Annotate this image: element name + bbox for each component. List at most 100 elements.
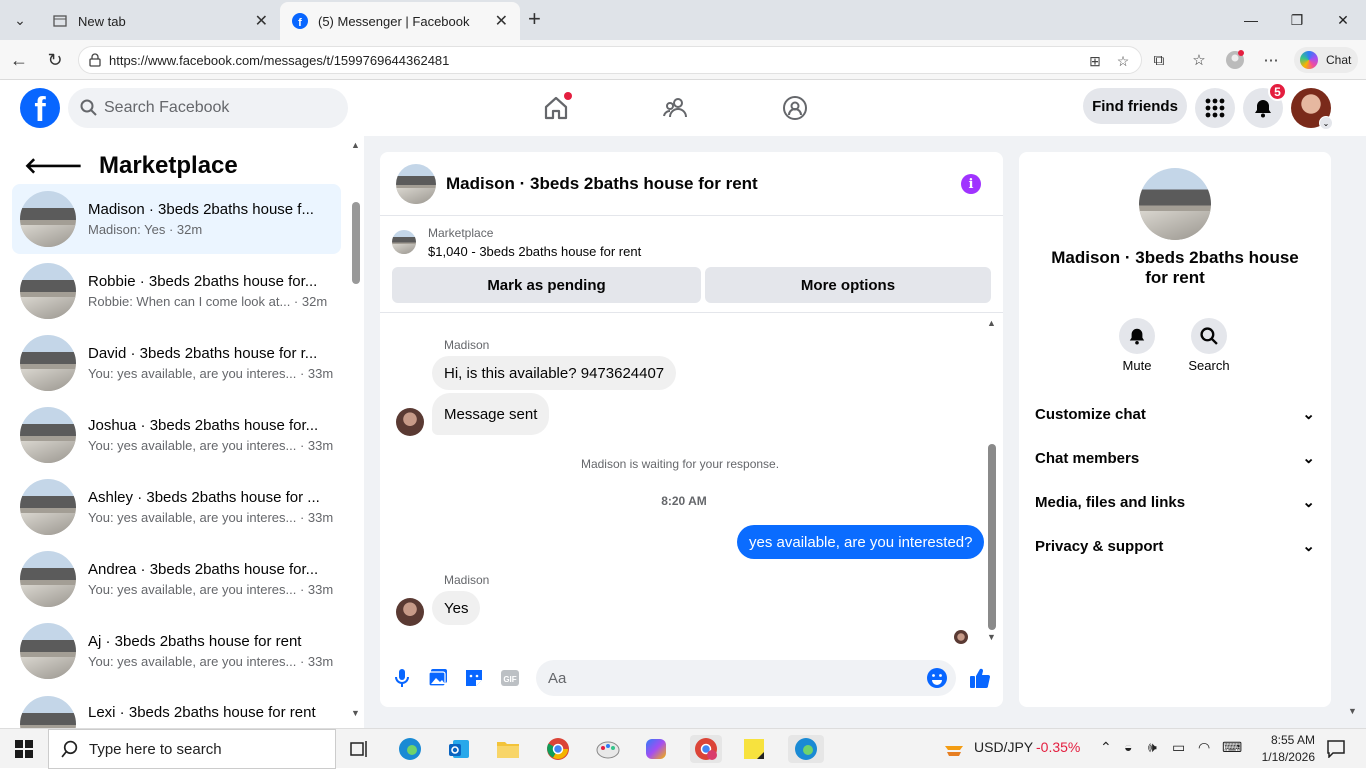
photo-icon[interactable] xyxy=(426,666,450,690)
chrome-profile-icon[interactable] xyxy=(690,735,722,763)
minimize-icon[interactable]: — xyxy=(1228,0,1274,40)
chat-scrollbar[interactable] xyxy=(988,444,996,630)
media-files-links-section[interactable]: Media, files and links ⌄ xyxy=(1035,486,1315,518)
incoming-message[interactable]: Yes xyxy=(432,591,481,625)
sticky-notes-icon[interactable] xyxy=(740,735,768,763)
facebook-search-input[interactable]: Search Facebook xyxy=(68,88,348,128)
outlook-icon[interactable] xyxy=(445,735,473,763)
listing-thumbnail xyxy=(20,551,76,607)
listing-thumbnail xyxy=(20,263,76,319)
sender-avatar[interactable] xyxy=(396,598,424,626)
file-explorer-icon[interactable] xyxy=(494,735,522,763)
friends-icon[interactable] xyxy=(660,92,692,124)
conversation-name: Lexi · 3beds 2baths house for rent xyxy=(88,704,316,721)
account-avatar[interactable]: ⌄ xyxy=(1291,88,1333,130)
favorites-icon[interactable]: ☆ xyxy=(1186,48,1212,72)
info-chat-name: Madison · 3beds 2baths house for rent xyxy=(1051,248,1299,287)
close-window-icon[interactable]: ✕ xyxy=(1320,0,1366,40)
tab-new-tab[interactable]: New tab ✕ xyxy=(40,2,280,40)
edge-active-icon[interactable] xyxy=(788,735,824,763)
wifi-icon[interactable]: ◠ xyxy=(1198,739,1210,756)
listing-photo[interactable] xyxy=(1139,168,1211,240)
privacy-support-section[interactable]: Privacy & support ⌄ xyxy=(1035,530,1315,562)
back-arrow-icon[interactable]: ← xyxy=(6,48,32,72)
conversation-item[interactable]: Aj · 3beds 2baths house for rent You: yes… xyxy=(12,616,341,686)
emoji-icon[interactable] xyxy=(926,667,948,693)
network-status-icon[interactable]: ◒ xyxy=(1124,739,1132,755)
more-options-button[interactable]: More options xyxy=(705,267,991,303)
more-options-icon[interactable]: ⋯ xyxy=(1258,48,1284,72)
volume-icon[interactable]: 🕪 xyxy=(1148,739,1157,756)
incoming-message[interactable]: Hi, is this available? 9473624407 xyxy=(432,356,677,390)
conversation-item[interactable]: Madison · 3beds 2baths house f... Madison… xyxy=(12,184,341,254)
scroll-down-arrow-icon[interactable]: ▼ xyxy=(351,708,360,718)
conversation-item[interactable]: Joshua · 3beds 2baths house for... You: y… xyxy=(12,400,341,470)
incoming-message[interactable]: Message sent xyxy=(432,393,550,435)
marketplace-listing-bar[interactable]: Marketplace $1,040 - 3beds 2baths house … xyxy=(392,226,641,259)
site-info-icon[interactable] xyxy=(88,53,102,70)
scroll-down-arrow-icon[interactable]: ▼ xyxy=(987,632,996,642)
conversation-list-scrollbar[interactable] xyxy=(352,202,360,284)
tab-messenger[interactable]: f (5) Messenger | Facebook ✕ xyxy=(280,2,520,40)
url-field[interactable]: https://www.facebook.com/messages/t/1599… xyxy=(78,46,1142,74)
customize-chat-section[interactable]: Customize chat ⌄ xyxy=(1035,398,1315,430)
gif-icon[interactable]: GIF xyxy=(498,666,522,690)
close-tab-icon[interactable]: ✕ xyxy=(255,11,268,31)
conversation-item[interactable]: Lexi · 3beds 2baths house for rent xyxy=(12,688,341,728)
conversation-info-icon[interactable]: i xyxy=(961,174,981,194)
menu-grid-icon[interactable] xyxy=(1195,88,1235,128)
chat-title[interactable]: Madison · 3beds 2baths house for rent xyxy=(446,174,758,194)
show-hidden-icons-icon[interactable]: ⌃ xyxy=(1100,739,1112,756)
tab-actions-menu-icon[interactable]: ⌄ xyxy=(6,6,34,34)
reload-icon[interactable]: ↻ xyxy=(42,48,68,72)
conversation-preview: You: yes available, are you interes... ·… xyxy=(88,582,334,597)
like-thumb-icon[interactable] xyxy=(968,666,992,690)
notification-center-icon[interactable] xyxy=(1322,735,1350,763)
microphone-icon[interactable] xyxy=(390,666,414,690)
outgoing-message[interactable]: yes available, are you interested? xyxy=(737,525,985,559)
search-in-chat-button[interactable] xyxy=(1191,318,1227,354)
app-available-icon[interactable]: ⊞ xyxy=(1085,51,1105,71)
search-icon xyxy=(80,99,97,121)
restore-icon[interactable]: ❐ xyxy=(1274,0,1320,40)
chat-members-section[interactable]: Chat members ⌄ xyxy=(1035,442,1315,474)
page-scroll-down-arrow-icon[interactable]: ▼ xyxy=(1348,706,1357,716)
mark-as-pending-button[interactable]: Mark as pending xyxy=(392,267,701,303)
ticker-symbol[interactable]: USD/JPY xyxy=(974,739,1033,755)
battery-icon[interactable]: ▭ xyxy=(1172,739,1185,756)
home-icon[interactable] xyxy=(540,92,572,124)
mute-button[interactable] xyxy=(1119,318,1155,354)
scroll-up-arrow-icon[interactable]: ▲ xyxy=(987,318,996,328)
find-friends-button[interactable]: Find friends xyxy=(1083,88,1187,124)
sender-avatar[interactable] xyxy=(396,408,424,436)
copilot-taskbar-icon[interactable] xyxy=(642,735,670,763)
back-arrow-icon[interactable]: 🡐 xyxy=(24,153,83,179)
chat-listing-thumbnail[interactable] xyxy=(396,163,436,204)
conversation-preview: You: yes available, are you interes... ·… xyxy=(88,366,334,381)
conversation-item[interactable]: Robbie · 3beds 2baths house for... Robbie… xyxy=(12,256,341,326)
windows-start-icon[interactable] xyxy=(10,735,38,763)
taskbar-clock[interactable]: 8:55 AM 1/18/2026 xyxy=(1255,732,1315,766)
conversation-item[interactable]: David · 3beds 2baths house for r... You: … xyxy=(12,328,341,398)
extensions-icon[interactable]: ⧉ xyxy=(1146,48,1172,72)
scroll-up-arrow-icon[interactable]: ▲ xyxy=(351,140,360,150)
facebook-logo-icon[interactable]: f xyxy=(20,88,60,128)
close-tab-icon[interactable]: ✕ xyxy=(495,11,508,31)
message-input[interactable]: Aa xyxy=(536,660,956,696)
notifications-bell-icon[interactable]: 5 xyxy=(1243,82,1287,128)
sticker-icon[interactable] xyxy=(462,666,486,690)
keyboard-icon[interactable]: ⌨ xyxy=(1222,739,1242,756)
profile-icon[interactable] xyxy=(1222,48,1248,72)
favorite-star-icon[interactable]: ☆ xyxy=(1113,51,1133,71)
groups-icon[interactable] xyxy=(779,92,811,124)
copilot-chat-button[interactable]: Chat xyxy=(1294,47,1358,73)
paint-app-icon[interactable] xyxy=(594,735,622,763)
edge-browser-icon[interactable] xyxy=(396,735,424,763)
conversation-item[interactable]: Andrea · 3beds 2baths house for... You: y… xyxy=(12,544,341,614)
new-tab-plus-icon[interactable]: + xyxy=(528,8,541,30)
taskbar-search-input[interactable]: Type here to search xyxy=(48,729,336,769)
chrome-icon[interactable] xyxy=(544,735,572,763)
conversation-item[interactable]: Ashley · 3beds 2baths house for ... You: … xyxy=(12,472,341,542)
task-view-icon[interactable] xyxy=(346,735,374,763)
conversation-name: Ashley · 3beds 2baths house for ... xyxy=(88,489,320,506)
